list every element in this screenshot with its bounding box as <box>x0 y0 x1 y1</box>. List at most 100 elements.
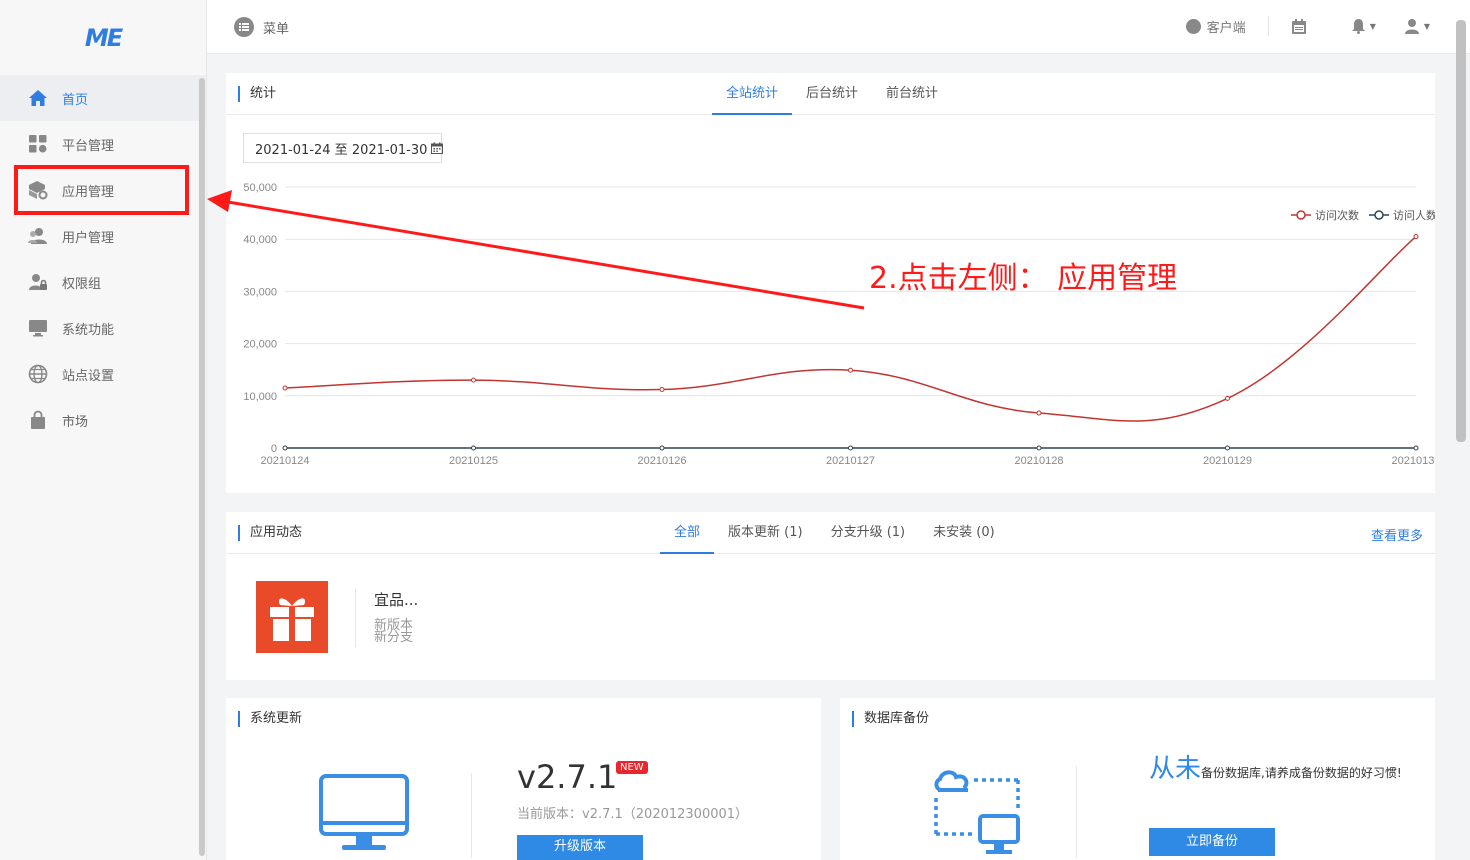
data-point <box>848 445 853 451</box>
app-gift-icon[interactable] <box>256 581 328 653</box>
database-backup-panel: 数据库备份 从未备份数据库,请养成备份数据的好习惯! 立即备份 <box>840 698 1435 860</box>
sidebar-item-home[interactable]: 首页 <box>0 75 206 121</box>
sys-header: 系统更新 <box>226 698 821 740</box>
sidebar-item-users[interactable]: 用户管理 <box>0 213 206 259</box>
y-tick-label: 10,000 <box>243 391 277 403</box>
legend-label: 访问次数 <box>1315 208 1359 222</box>
grid-icon <box>28 134 48 154</box>
upgrade-button[interactable]: 升级版本 <box>517 835 643 860</box>
apps-tabs: 全部 版本更新 (1) 分支升级 (1) 未安装 (0) <box>660 512 1009 554</box>
backup-never: 从未 <box>1149 754 1202 784</box>
backup-header: 数据库备份 <box>840 698 1435 740</box>
x-tick-label: 20210130 <box>1392 455 1435 467</box>
x-tick-label: 20210124 <box>261 455 310 467</box>
sidebar-item-label: 用户管理 <box>62 230 115 246</box>
tab-version-update[interactable]: 版本更新 (1) <box>714 512 817 554</box>
new-badge: NEW <box>616 761 648 774</box>
backup-title: 数据库备份 <box>852 711 929 727</box>
tab-backend-stats[interactable]: 后台统计 <box>792 73 872 115</box>
version-number: v2.7.1 <box>517 758 618 796</box>
x-tick-label: 20210125 <box>449 455 498 467</box>
sys-title: 系统更新 <box>238 711 302 727</box>
logo[interactable]: ME <box>0 0 206 75</box>
legend-swatch-marker <box>1374 210 1384 220</box>
data-point <box>659 445 665 451</box>
data-point <box>1036 445 1042 451</box>
app-name[interactable]: 宜品... <box>374 589 418 610</box>
monitor-icon <box>319 774 409 850</box>
users-icon <box>28 226 48 246</box>
divider <box>471 773 472 858</box>
app-status: 新版本 新分支 <box>374 619 414 645</box>
x-tick-label: 20210127 <box>826 455 875 467</box>
data-point <box>282 385 288 391</box>
y-tick-label: 20,000 <box>243 339 277 351</box>
backup-tip: 备份数据库,请养成备份数据的好习惯! <box>1201 766 1402 780</box>
client-label: 客户端 <box>1206 20 1246 36</box>
apps-header: 应用动态 全部 版本更新 (1) 分支升级 (1) 未安装 (0) 查看更多 <box>226 512 1435 554</box>
sidebar-item-market[interactable]: 市场 <box>0 397 206 443</box>
menu-button[interactable]: 菜单 <box>234 17 289 37</box>
cloud-backup-icon <box>934 770 1020 854</box>
user-menu-button[interactable]: ▼ <box>1404 18 1430 34</box>
menu-label: 菜单 <box>263 21 290 37</box>
stats-header: 统计 全站统计 后台统计 前台统计 <box>226 73 1435 115</box>
user-lock-icon <box>28 272 48 292</box>
tab-branch-upgrade[interactable]: 分支升级 (1) <box>817 512 920 554</box>
tab-site-stats[interactable]: 全站统计 <box>712 73 793 115</box>
y-tick-label: 40,000 <box>243 234 277 246</box>
annotation-text: 2.点击左侧： 应用管理 <box>869 261 1178 296</box>
client-button[interactable]: 客户端 <box>1185 17 1246 36</box>
tab-all[interactable]: 全部 <box>660 512 715 554</box>
home-icon <box>28 88 48 108</box>
current-version: 当前版本：v2.7.1（202012300001） <box>517 807 749 822</box>
tab-not-installed[interactable]: 未安装 (0) <box>919 512 1009 554</box>
bag-icon <box>28 410 48 430</box>
data-point <box>1036 410 1042 416</box>
y-tick-label: 50,000 <box>243 182 277 194</box>
top-right-tools: 客户端 ▼ ▼ <box>1185 16 1430 36</box>
tab-frontend-stats[interactable]: 前台统计 <box>872 73 952 115</box>
calendar-icon[interactable] <box>1291 18 1307 35</box>
sidebar-item-permissions[interactable]: 权限组 <box>0 259 206 305</box>
legend-label: 访问人数 <box>1393 209 1435 222</box>
globe-icon <box>28 364 48 384</box>
data-point <box>1413 445 1419 451</box>
bell-icon <box>1351 19 1365 34</box>
monitor-icon <box>28 318 48 338</box>
sidebar: ME 首页 平台管理 应用管理 用户管理 权限组 系统功能 站点设置 市场 <box>0 0 207 860</box>
x-tick-label: 20210129 <box>1203 455 1252 467</box>
data-point <box>1225 395 1230 401</box>
sidebar-item-label: 站点设置 <box>62 368 115 384</box>
client-icon <box>1185 18 1201 34</box>
sidebar-item-label: 系统功能 <box>62 322 115 338</box>
system-update-panel: 系统更新 v2.7.1 NEW 当前版本：v2.7.1（202012300001… <box>226 698 821 860</box>
annotation-highlight-box <box>14 165 189 215</box>
sidebar-scrollbar[interactable] <box>199 78 205 856</box>
x-tick-label: 20210126 <box>638 455 687 467</box>
data-point <box>282 445 288 451</box>
sidebar-item-label: 首页 <box>62 92 89 108</box>
stats-title: 统计 <box>238 86 276 102</box>
sidebar-item-platform[interactable]: 平台管理 <box>0 121 206 167</box>
backup-now-button[interactable]: 立即备份 <box>1149 828 1275 856</box>
app-dynamics-panel: 应用动态 全部 版本更新 (1) 分支升级 (1) 未安装 (0) 查看更多 宜… <box>226 512 1435 680</box>
view-more-link[interactable]: 查看更多 <box>1371 525 1423 544</box>
main-scrollbar[interactable] <box>1456 20 1466 442</box>
notification-button[interactable]: ▼ <box>1351 18 1376 34</box>
app-new-branch: 新分支 <box>374 630 414 645</box>
data-point <box>1413 234 1419 240</box>
divider <box>1076 766 1077 858</box>
y-tick-label: 30,000 <box>243 286 277 298</box>
legend-swatch-marker <box>1296 210 1306 220</box>
divider <box>355 589 356 647</box>
x-tick-label: 20210128 <box>1015 455 1064 467</box>
y-tick-label: 0 <box>271 443 277 455</box>
divider <box>1267 16 1269 36</box>
sidebar-item-label: 平台管理 <box>62 138 115 154</box>
data-point <box>848 367 853 373</box>
data-point <box>659 387 665 393</box>
data-point <box>471 445 476 451</box>
sidebar-item-system[interactable]: 系统功能 <box>0 305 206 351</box>
sidebar-item-site-settings[interactable]: 站点设置 <box>0 351 206 397</box>
